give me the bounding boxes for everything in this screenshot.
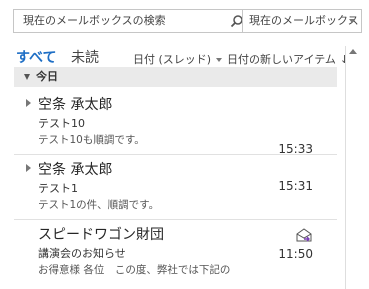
group-header-today[interactable]: 今日 [14, 67, 337, 87]
expand-thread-icon[interactable] [26, 99, 31, 107]
collapse-triangle-icon[interactable] [24, 74, 30, 80]
message-sender: 空条 承太郎 [38, 162, 113, 178]
message-preview: テスト1の件、順調です。 [38, 199, 160, 211]
list-item[interactable]: 空条 承太郎 テスト10 テスト10も順調です。 15:33 [14, 92, 337, 156]
search-bar: 現在のメールボックスの検索 現在のメールボックス [13, 9, 362, 33]
mailbox-scope-label: 現在のメールボックス [249, 14, 359, 27]
scroll-up-arrow-icon[interactable] [349, 49, 357, 54]
message-preview: お得意様 各位 この度、弊社では下記の [38, 264, 231, 276]
list-item[interactable]: 空条 承太郎 テスト1 テスト1の件、順調です。 15:31 [14, 157, 337, 220]
chevron-down-icon [216, 58, 223, 62]
tab-unread[interactable]: 未読 [71, 47, 99, 67]
message-time: 15:31 [278, 179, 313, 193]
sort-by-dropdown[interactable]: 日付 (スレッド) [133, 51, 223, 67]
chevron-down-icon [349, 19, 355, 23]
sort-by-label: 日付 (スレッド) [133, 53, 212, 66]
expand-thread-icon[interactable] [26, 164, 31, 172]
message-subject: テスト1 [38, 182, 78, 195]
meeting-request-icon [296, 228, 312, 242]
message-subject: 講演会のお知らせ [38, 247, 126, 260]
message-preview: テスト10も順調です。 [38, 134, 145, 146]
message-time: 15:33 [278, 142, 313, 156]
list-item[interactable]: スピードワゴン財団 講演会のお知らせ お得意様 各位 この度、弊社では下記の 1… [14, 222, 337, 284]
tab-all[interactable]: すべて [16, 47, 56, 67]
mailbox-scope-dropdown[interactable]: 現在のメールボックス [242, 9, 362, 33]
message-subject: テスト10 [38, 117, 85, 130]
search-input[interactable]: 現在のメールボックスの検索 [13, 9, 250, 33]
message-sender: 空条 承太郎 [38, 97, 113, 113]
message-sender: スピードワゴン財団 [38, 227, 164, 243]
scrollbar[interactable] [345, 46, 358, 289]
group-label: 今日 [36, 70, 58, 83]
sort-order-button[interactable]: 日付の新しいアイテム↓ [227, 51, 349, 67]
message-time: 11:50 [278, 247, 313, 261]
sort-order-label: 日付の新しいアイテム [227, 53, 336, 66]
